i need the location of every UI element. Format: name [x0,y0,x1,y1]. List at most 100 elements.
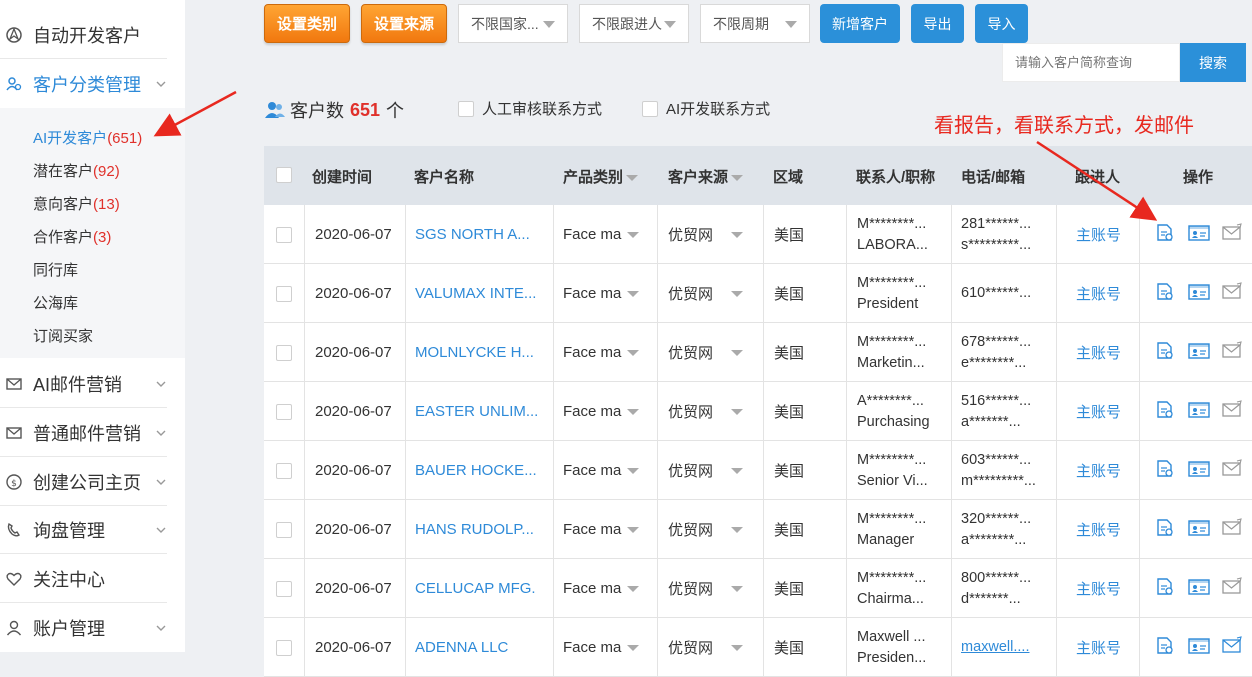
report-icon[interactable] [1154,518,1176,538]
sub-item-public-pool[interactable]: 公海库 [33,292,78,313]
source-select[interactable]: 优贸网 [658,441,764,500]
customer-name-link[interactable]: SGS NORTH A... [415,226,530,243]
import-button[interactable]: 导入 [975,4,1028,43]
sub-item-cooperation[interactable]: 合作客户(3) [33,226,111,247]
follower-link[interactable]: 主账号 [1076,578,1121,599]
contact-card-icon[interactable] [1187,400,1211,420]
header-category[interactable]: 产品类别 [563,166,639,187]
source-select[interactable]: 优贸网 [658,500,764,559]
customer-name-link[interactable]: CELLUCAP MFG. [415,580,536,597]
nav-customer-category[interactable]: 客户分类管理 [0,60,167,108]
nav-auto-develop[interactable]: 自动开发客户 [0,11,167,59]
email-value[interactable]: maxwell.... [961,637,1030,658]
send-email-icon[interactable] [1221,223,1243,243]
sub-item-potential[interactable]: 潜在客户(92) [33,160,120,181]
source-select[interactable]: 优贸网 [658,264,764,323]
report-icon[interactable] [1154,636,1176,656]
sub-item-peers[interactable]: 同行库 [33,259,78,280]
source-select[interactable]: 优贸网 [658,205,764,264]
sub-item-subscribed-buyers[interactable]: 订阅买家 [33,325,93,346]
follower-link[interactable]: 主账号 [1076,460,1121,481]
nav-follow-center[interactable]: 关注中心 [0,555,167,603]
follower-link[interactable]: 主账号 [1076,637,1121,658]
sub-item-ai-customers[interactable]: AI开发客户(651) [33,127,142,148]
set-source-button[interactable]: 设置来源 [361,4,447,43]
report-icon[interactable] [1154,282,1176,302]
select-all-checkbox[interactable] [276,167,292,183]
header-follower: 跟进人 [1075,169,1121,186]
row-checkbox[interactable] [276,403,292,420]
follower-filter-select[interactable]: 不限跟进人 [579,4,689,43]
contact-cell: M********... Senior Vi... [847,441,952,500]
category-select[interactable]: Face ma [554,264,658,323]
follower-link[interactable]: 主账号 [1076,224,1121,245]
checkbox[interactable] [458,100,474,117]
contact-card-icon[interactable] [1187,341,1211,361]
add-customer-button[interactable]: 新增客户 [820,4,900,43]
row-checkbox[interactable] [276,344,292,361]
send-email-icon[interactable] [1221,636,1243,656]
contact-card-icon[interactable] [1187,282,1211,302]
follower-link[interactable]: 主账号 [1076,519,1121,540]
report-icon[interactable] [1154,341,1176,361]
row-checkbox[interactable] [276,285,292,302]
category-select[interactable]: Face ma [554,618,658,677]
send-email-icon[interactable] [1221,341,1243,361]
category-select[interactable]: Face ma [554,500,658,559]
follower-link[interactable]: 主账号 [1076,283,1121,304]
contact-card-icon[interactable] [1187,459,1211,479]
contact-card-icon[interactable] [1187,577,1211,597]
customer-search-input[interactable] [1002,43,1180,82]
email-value: a*******... [961,413,1021,430]
report-icon[interactable] [1154,400,1176,420]
customer-name-link[interactable]: MOLNLYCKE H... [415,344,534,361]
customer-name-link[interactable]: BAUER HOCKE... [415,462,537,479]
report-icon[interactable] [1154,577,1176,597]
follower-link[interactable]: 主账号 [1076,342,1121,363]
row-checkbox[interactable] [276,521,292,538]
category-select[interactable]: Face ma [554,323,658,382]
sub-item-intent[interactable]: 意向客户(13) [33,193,120,214]
nav-company-home[interactable]: $ 创建公司主页 [0,458,167,506]
contact-card-icon[interactable] [1187,636,1211,656]
row-checkbox[interactable] [276,226,292,243]
contact-card-icon[interactable] [1187,518,1211,538]
nav-normal-email[interactable]: 普通邮件营销 [0,409,167,457]
ai-contact-filter[interactable]: AI开发联系方式 [642,98,770,119]
checkbox[interactable] [642,100,658,117]
category-select[interactable]: Face ma [554,382,658,441]
row-checkbox[interactable] [276,462,292,479]
nav-ai-email[interactable]: AI邮件营销 [0,360,167,408]
send-email-icon[interactable] [1221,459,1243,479]
source-select[interactable]: 优贸网 [658,382,764,441]
send-email-icon[interactable] [1221,577,1243,597]
category-select[interactable]: Face ma [554,559,658,618]
customer-name-link[interactable]: VALUMAX INTE... [415,285,536,302]
header-source[interactable]: 客户来源 [668,166,744,187]
set-category-button[interactable]: 设置类别 [264,4,350,43]
country-filter-select[interactable]: 不限国家... [458,4,568,43]
row-checkbox[interactable] [276,639,292,656]
search-button[interactable]: 搜索 [1180,43,1246,82]
source-select[interactable]: 优贸网 [658,618,764,677]
source-select[interactable]: 优贸网 [658,559,764,618]
source-select[interactable]: 优贸网 [658,323,764,382]
customer-name-link[interactable]: HANS RUDOLP... [415,521,534,538]
send-email-icon[interactable] [1221,518,1243,538]
report-icon[interactable] [1154,223,1176,243]
send-email-icon[interactable] [1221,282,1243,302]
category-select[interactable]: Face ma [554,441,658,500]
customer-name-link[interactable]: ADENNA LLC [415,639,508,656]
manual-review-filter[interactable]: 人工审核联系方式 [458,98,602,119]
customer-name-link[interactable]: EASTER UNLIM... [415,403,538,420]
period-filter-select[interactable]: 不限周期 [700,4,810,43]
nav-account[interactable]: 账户管理 [0,604,167,652]
export-button[interactable]: 导出 [911,4,964,43]
follower-link[interactable]: 主账号 [1076,401,1121,422]
report-icon[interactable] [1154,459,1176,479]
row-checkbox[interactable] [276,580,292,597]
category-select[interactable]: Face ma [554,205,658,264]
contact-card-icon[interactable] [1187,223,1211,243]
send-email-icon[interactable] [1221,400,1243,420]
nav-inquiry[interactable]: 询盘管理 [0,506,167,554]
